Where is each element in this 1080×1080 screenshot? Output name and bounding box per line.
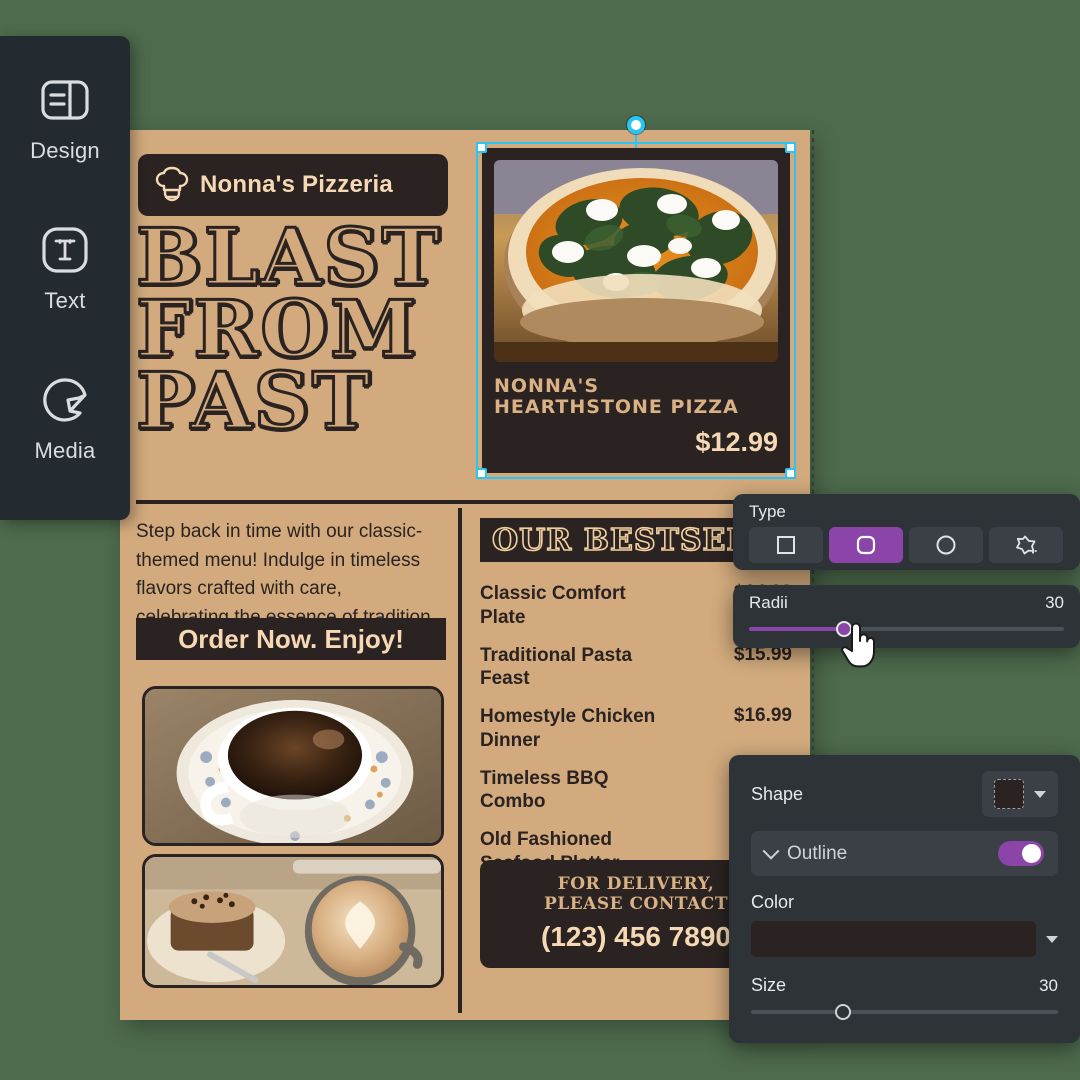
design-panel-icon: [37, 72, 93, 128]
toggle-knob: [1022, 844, 1041, 863]
pizza-title-line1: NONNA'S: [494, 375, 600, 397]
pizza-photo: [494, 160, 778, 362]
contact-label: FOR DELIVERY, PLEASE CONTACT: [544, 875, 728, 914]
radii-slider-handle[interactable]: [835, 621, 852, 637]
pizza-card-title: NONNA'S HEARTHSTONE PIZZA: [494, 375, 778, 419]
contact-label-line1: FOR DELIVERY,: [557, 874, 715, 895]
sidebar-item-media[interactable]: Media: [0, 372, 130, 464]
outline-left-group: Outline: [762, 842, 848, 865]
cake-latte-photo[interactable]: [142, 854, 444, 988]
vertical-divider: [458, 508, 462, 1013]
menu-item-name: Classic Comfort Plate: [480, 583, 626, 628]
shape-swatch-picker[interactable]: [982, 771, 1058, 817]
rounded-square-icon: [856, 535, 876, 555]
sidebar-item-label: Text: [44, 288, 86, 313]
editor-canvas: Design Text Media Nonna's Pizzeria BLAST…: [0, 0, 1080, 1080]
shape-color-swatch[interactable]: [994, 779, 1024, 809]
circle-icon: [936, 535, 956, 555]
radii-slider-fill: [749, 627, 844, 631]
resize-handle-bottom-right[interactable]: [785, 468, 796, 479]
radii-label: Radii: [749, 593, 788, 612]
sidebar-item-design[interactable]: Design: [0, 72, 130, 164]
sidebar-item-text[interactable]: Text: [0, 222, 130, 314]
size-block: Size 30: [751, 975, 1058, 1020]
type-options-group: [749, 527, 1064, 563]
menu-row[interactable]: Homestyle Chicken Dinner $16.99: [480, 705, 792, 753]
left-toolbar: Design Text Media: [0, 36, 130, 520]
headline-line-3: PAST: [135, 355, 372, 447]
type-option-rounded-square[interactable]: [829, 527, 903, 563]
menu-item-name: Traditional Pasta Feast: [480, 644, 633, 690]
brand-badge[interactable]: Nonna's Pizzeria: [138, 154, 448, 216]
type-option-circle[interactable]: [909, 527, 983, 563]
size-slider-track[interactable]: [751, 1004, 1058, 1020]
poster-headline[interactable]: BLAST FROM PAST: [135, 212, 466, 447]
headline-line-1: BLAST: [135, 212, 442, 303]
pizza-title-line2: HEARTHSTONE PIZZA: [494, 396, 739, 419]
color-picker-field[interactable]: [751, 921, 1058, 957]
chevron-down-icon[interactable]: [1046, 935, 1058, 943]
size-slider-handle[interactable]: [835, 1004, 852, 1020]
sticker-star-icon: [1016, 535, 1037, 555]
radii-header: Radii 30: [749, 593, 1064, 613]
radii-value: 30: [1045, 593, 1064, 612]
menu-item-price: $16.99: [733, 705, 792, 726]
size-label: Size: [751, 975, 787, 995]
order-now-banner[interactable]: Order Now. Enjoy!: [136, 618, 446, 660]
contact-phone: (123) 456 7890: [541, 920, 731, 952]
type-option-square[interactable]: [749, 527, 823, 563]
type-panel: Type: [733, 494, 1080, 570]
chevron-down-icon[interactable]: [1034, 790, 1046, 798]
radii-panel: Radii 30: [733, 585, 1080, 648]
color-label: Color: [751, 892, 795, 912]
outline-label: Outline: [787, 842, 848, 864]
selected-element-wrapper[interactable]: NONNA'S HEARTHSTONE PIZZA $12.99: [476, 116, 796, 479]
pizza-card-price: $12.99: [695, 426, 778, 457]
chef-hat-icon: [154, 166, 190, 204]
pizza-product-card[interactable]: NONNA'S HEARTHSTONE PIZZA $12.99: [482, 148, 790, 473]
type-option-sticker-star[interactable]: [989, 527, 1063, 563]
turkish-coffee-photo[interactable]: [142, 686, 444, 846]
square-icon: [777, 536, 795, 554]
horizontal-divider: [136, 500, 791, 504]
shape-panel: Shape Outline Color Size 30: [729, 755, 1080, 1043]
radii-slider-track[interactable]: [749, 621, 1064, 637]
shape-label: Shape: [751, 783, 804, 804]
resize-handle-top-left[interactable]: [476, 142, 487, 153]
text-t-icon: [37, 222, 93, 278]
sidebar-item-label: Design: [30, 138, 100, 163]
type-panel-label: Type: [749, 502, 786, 521]
resize-handle-top-right[interactable]: [785, 142, 796, 153]
sidebar-item-label: Media: [34, 438, 96, 463]
menu-item-name: Timeless BBQ Combo: [480, 767, 609, 813]
size-header: Size 30: [751, 975, 1058, 996]
contact-label-line2: PLEASE CONTACT: [543, 894, 728, 914]
color-value-swatch[interactable]: [751, 921, 1036, 957]
chevron-down-icon[interactable]: [762, 842, 780, 860]
poster-description[interactable]: Step back in time with our classic-theme…: [136, 518, 436, 632]
rotate-handle[interactable]: [627, 116, 645, 134]
headline-line-2: FROM: [135, 283, 419, 375]
menu-row[interactable]: Traditional Pasta Feast $15.99: [480, 644, 792, 692]
outline-toggle[interactable]: [998, 841, 1044, 866]
menu-item-name: Homestyle Chicken Dinner: [480, 706, 656, 751]
media-sticker-icon: [37, 372, 93, 428]
outline-row[interactable]: Outline: [751, 831, 1058, 876]
size-value: 30: [1039, 976, 1058, 995]
shape-row: Shape: [751, 771, 1058, 817]
brand-name: Nonna's Pizzeria: [200, 171, 393, 198]
resize-handle-bottom-left[interactable]: [476, 468, 487, 479]
order-now-label: Order Now. Enjoy!: [178, 623, 404, 654]
